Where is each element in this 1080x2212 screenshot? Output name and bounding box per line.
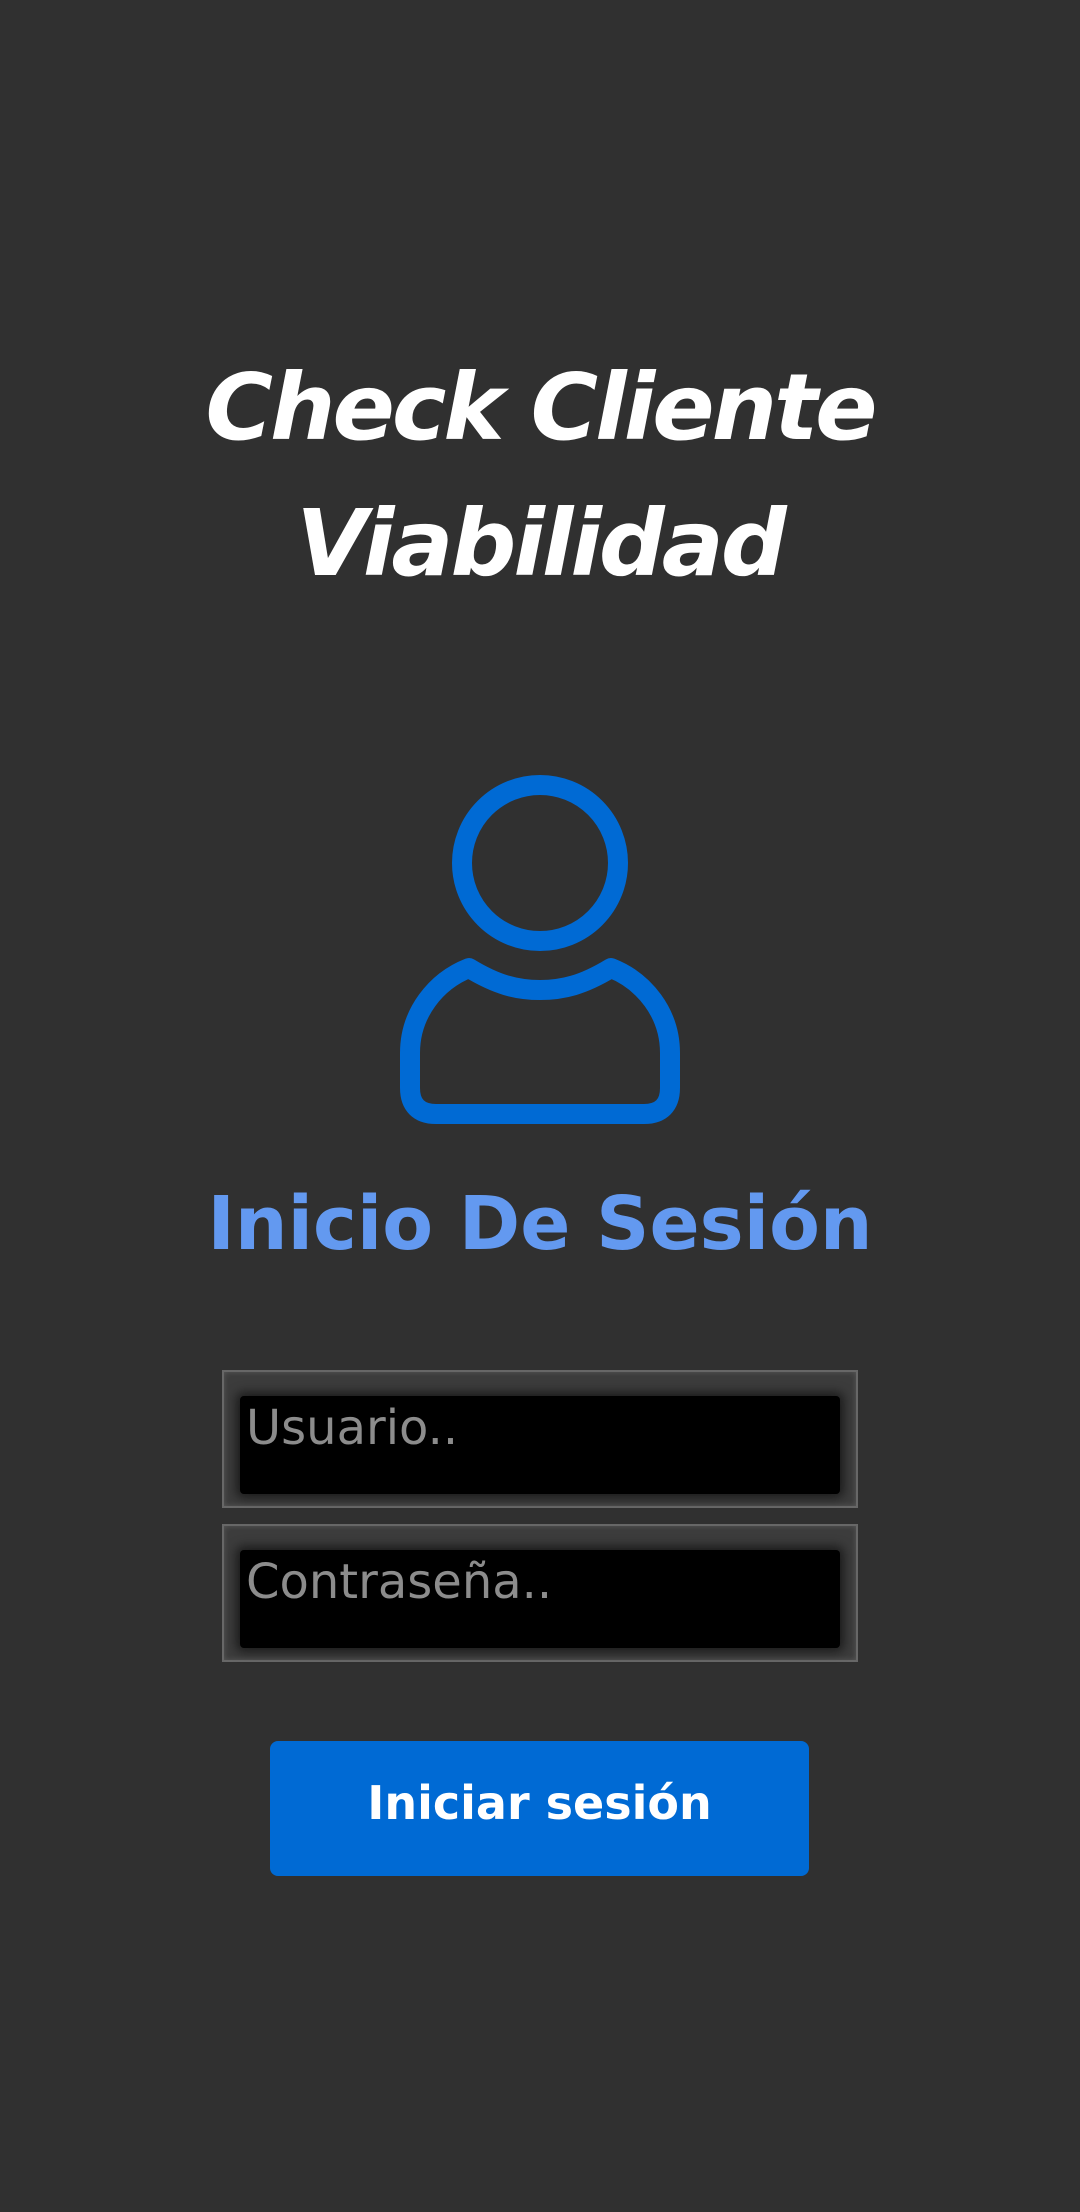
login-button[interactable]: Iniciar sesión <box>270 1741 809 1876</box>
user-icon <box>400 775 680 1124</box>
login-heading: Inicio De Sesión <box>207 1181 873 1267</box>
username-input[interactable] <box>240 1396 840 1494</box>
password-input[interactable] <box>240 1550 840 1648</box>
username-field-frame <box>222 1370 858 1508</box>
app-title-line-2: Viabilidad <box>296 490 786 597</box>
password-field-frame <box>222 1524 858 1662</box>
app-title: Check Cliente Viabilidad <box>0 340 1080 612</box>
app-title-line-1: Check Cliente <box>205 354 877 461</box>
